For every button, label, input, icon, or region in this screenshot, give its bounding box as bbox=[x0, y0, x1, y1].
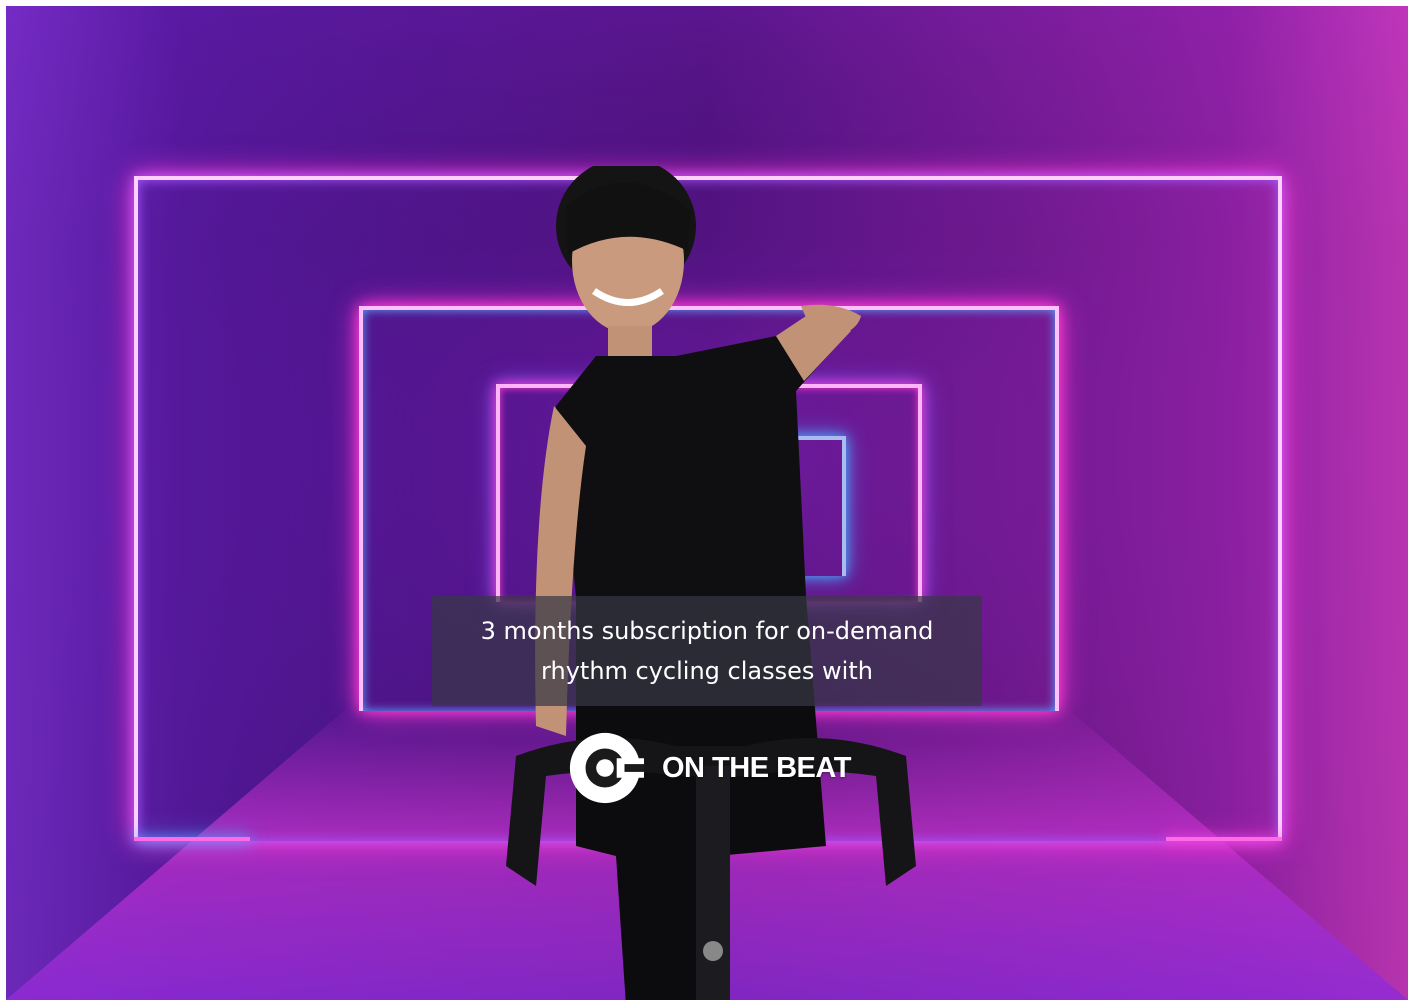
on-the-beat-logo-icon bbox=[569, 732, 644, 804]
instructor-on-bike bbox=[506, 166, 916, 1000]
brand-name: ON THE BEAT bbox=[662, 751, 851, 784]
promo-image: 3 months subscription for on-demand rhyt… bbox=[6, 6, 1408, 1000]
brand-lockup: ON THE BEAT bbox=[566, 728, 851, 808]
neon-frame-outer-foot-right bbox=[1166, 837, 1282, 841]
caption-text: 3 months subscription for on-demand rhyt… bbox=[480, 617, 934, 685]
caption-overlay: 3 months subscription for on-demand rhyt… bbox=[432, 596, 982, 706]
neon-frame-outer-foot-left bbox=[134, 837, 250, 841]
